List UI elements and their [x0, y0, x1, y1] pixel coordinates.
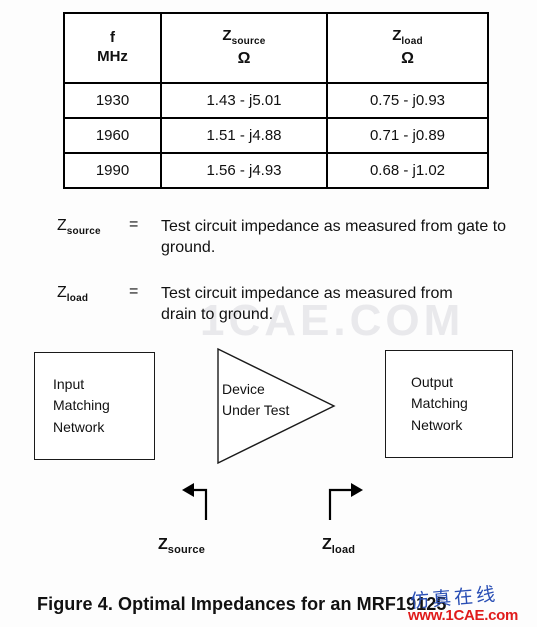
definition-symbol-subscript: source — [66, 226, 101, 238]
cell-z-source: 1.56 - j4.93 — [160, 152, 328, 189]
definition-equals: = — [129, 216, 139, 233]
column-header-z-source: Zsource Ω — [160, 12, 328, 84]
z-source-diagram-label: Zsource — [158, 536, 205, 556]
table-row: 1930 1.43 - j5.01 0.75 - j0.93 — [63, 82, 489, 119]
z-load-arrowhead-icon — [351, 483, 363, 497]
device-under-test-label: Device Under Test — [222, 381, 290, 419]
cell-frequency: 1960 — [63, 117, 162, 154]
header-symbol: Z — [222, 27, 232, 45]
definitions-list: Zsource = Test circuit impedance as meas… — [57, 216, 517, 346]
definition-text: Test circuit impedance as measured from … — [161, 218, 507, 257]
figure-caption: Figure 4. Optimal Impedances for an MRF1… — [37, 594, 447, 614]
header-subscript: load — [401, 36, 423, 48]
column-header-frequency: f MHz — [63, 12, 162, 84]
site-watermark: 仿真在线 www.1CAE.com — [404, 583, 534, 627]
z-load-diagram-label: Zload — [322, 536, 355, 556]
definition-z-source: Zsource = Test circuit impedance as meas… — [57, 216, 517, 259]
cell-z-source: 1.51 - j4.88 — [160, 117, 328, 154]
z-source-symbol: Z — [158, 536, 168, 553]
z-source-subscript: source — [167, 544, 206, 557]
figure-page: 1CAE.COM f MHz Zsource Ω Zload Ω 1930 1.… — [0, 0, 537, 627]
table-header-row: f MHz Zsource Ω Zload Ω — [63, 12, 489, 84]
cell-frequency: 1930 — [63, 82, 162, 119]
z-load-symbol: Z — [322, 536, 332, 553]
definition-symbol-letter: Z — [57, 283, 67, 301]
header-symbol: f — [110, 29, 115, 47]
definition-symbol-letter: Z — [57, 217, 67, 234]
cell-frequency: 1990 — [63, 152, 162, 189]
impedance-table: f MHz Zsource Ω Zload Ω 1930 1.43 - j5.0… — [63, 12, 489, 189]
header-subscript: source — [231, 36, 266, 48]
z-load-subscript: load — [331, 544, 356, 557]
block-diagram: Input Matching Network Device Under Test… — [0, 340, 537, 580]
z-load-arrow-line — [328, 488, 354, 520]
cell-z-load: 0.71 - j0.89 — [326, 117, 489, 154]
definition-symbol-subscript: load — [66, 292, 89, 304]
header-unit: Ω — [401, 49, 414, 67]
z-source-arrowhead-icon — [182, 483, 194, 497]
table-row: 1990 1.56 - j4.93 0.68 - j1.02 — [63, 152, 489, 189]
header-unit: Ω — [237, 49, 251, 67]
cell-z-source: 1.43 - j5.01 — [160, 82, 328, 119]
cell-z-load: 0.75 - j0.93 — [326, 82, 489, 119]
table-row: 1960 1.51 - j4.88 0.71 - j0.89 — [63, 117, 489, 154]
header-unit: MHz — [97, 48, 128, 65]
definition-symbol: Zsource — [57, 216, 129, 238]
watermark-url-text: www.1CAE.com — [408, 607, 519, 624]
impedance-reference-arrows — [182, 483, 363, 520]
column-header-z-load: Zload Ω — [326, 12, 489, 84]
definition-z-load: Zload = Test circuit impedance as measur… — [57, 283, 517, 326]
definition-symbol: Zload — [57, 283, 129, 305]
cell-z-load: 0.68 - j1.02 — [326, 152, 489, 189]
definition-text: Test circuit impedance as measured from … — [161, 284, 453, 323]
definition-equals: = — [129, 282, 139, 300]
